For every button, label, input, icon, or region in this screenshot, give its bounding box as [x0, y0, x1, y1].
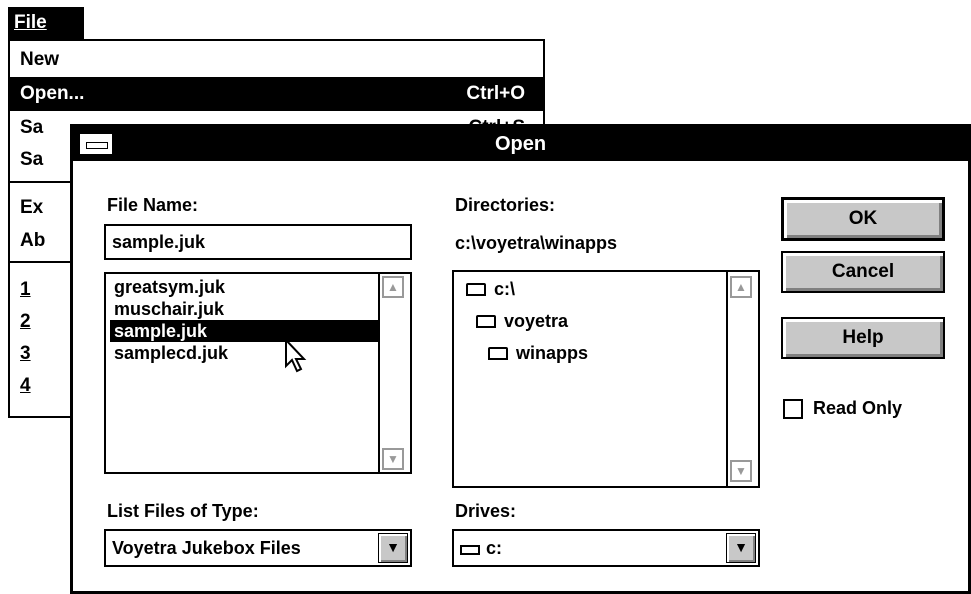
scroll-down-icon[interactable]: ▼	[382, 448, 404, 470]
file-type-label: List Files of Type:	[107, 501, 259, 521]
dropdown-arrow-icon[interactable]: ▼	[726, 533, 756, 563]
open-dialog: Open File Name: sample.juk greatsym.juk …	[70, 124, 971, 594]
read-only-label[interactable]: Read Only	[813, 398, 902, 419]
dialog-title-bar: Open	[73, 127, 968, 161]
dialog-title: Open	[494, 133, 547, 155]
directory-list[interactable]: c:\ voyetra winapps ▲ ▼	[452, 270, 760, 488]
menu-item-open[interactable]: Open... Ctrl+O	[10, 77, 543, 111]
drives-label: Drives:	[455, 501, 517, 521]
current-directory: c:\voyetra\winapps	[455, 233, 618, 253]
folder-open-icon	[476, 315, 496, 328]
scroll-up-icon[interactable]: ▲	[382, 276, 404, 298]
directory-item-voyetra[interactable]: voyetra	[472, 310, 572, 332]
read-only-checkbox[interactable]	[783, 399, 803, 419]
file-type-select[interactable]: Voyetra Jukebox Files ▼	[104, 529, 412, 567]
mouse-cursor-icon	[285, 338, 307, 373]
ok-button[interactable]: OK	[781, 197, 945, 241]
directory-list-scrollbar[interactable]: ▲ ▼	[726, 272, 758, 486]
directory-item-winapps[interactable]: winapps	[484, 342, 592, 364]
scroll-down-icon[interactable]: ▼	[730, 460, 752, 482]
menu-item-open-shortcut: Ctrl+O	[466, 83, 525, 104]
list-item[interactable]: samplecd.juk	[110, 342, 232, 364]
list-item-selected[interactable]: sample.juk	[109, 319, 381, 343]
file-name-input[interactable]: sample.juk	[104, 224, 412, 260]
file-name-label: File Name:	[107, 195, 199, 215]
list-item[interactable]: muschair.juk	[110, 298, 228, 320]
cancel-button[interactable]: Cancel	[781, 251, 945, 293]
drives-select[interactable]: c: ▼	[452, 529, 760, 567]
folder-open-icon	[488, 347, 508, 360]
list-item[interactable]: greatsym.juk	[110, 276, 229, 298]
folder-open-icon	[466, 283, 486, 296]
menu-item-new[interactable]: New	[10, 43, 543, 77]
file-list[interactable]: greatsym.juk muschair.juk sample.juk sam…	[104, 272, 412, 474]
scroll-up-icon[interactable]: ▲	[730, 276, 752, 298]
file-menu-title[interactable]: File	[8, 7, 84, 39]
help-button[interactable]: Help	[781, 317, 945, 359]
directories-label: Directories:	[455, 195, 556, 215]
file-list-scrollbar[interactable]: ▲ ▼	[378, 274, 410, 472]
drive-icon	[460, 545, 480, 555]
directory-item-root[interactable]: c:\	[462, 278, 519, 300]
dropdown-arrow-icon[interactable]: ▼	[378, 533, 408, 563]
